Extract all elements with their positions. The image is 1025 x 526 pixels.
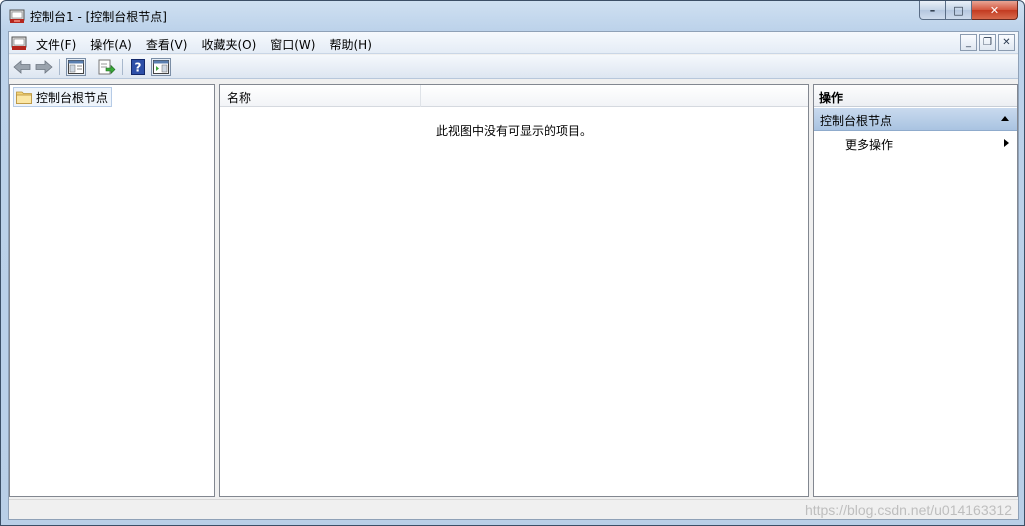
menu-bar: 文件(F) 操作(A) 查看(V) 收藏夹(O) 窗口(W) 帮助(H) _ ❐… (9, 32, 1018, 54)
toolbar-separator (59, 59, 60, 75)
actions-section-label: 控制台根节点 (820, 114, 893, 128)
minimize-icon: _ (966, 37, 971, 48)
actions-pane: 操作 控制台根节点 更多操作 (813, 84, 1018, 497)
show-hide-action-pane-button[interactable] (151, 58, 171, 76)
menu-file[interactable]: 文件(F) (29, 32, 83, 54)
close-icon: ✕ (1002, 37, 1011, 48)
show-hide-tree-button[interactable] (66, 58, 86, 76)
forward-button[interactable] (34, 58, 54, 76)
empty-view-message: 此视图中没有可显示的项目。 (435, 124, 592, 138)
close-button[interactable]: ✕ (972, 1, 1018, 20)
actions-section-header[interactable]: 控制台根节点 (814, 108, 1017, 131)
tree-node-label: 控制台根节点 (36, 90, 109, 105)
export-list-button[interactable] (97, 58, 117, 76)
show-hide-action-pane-icon (153, 60, 169, 74)
show-hide-tree-icon (68, 60, 84, 74)
toolbar-separator (122, 59, 123, 75)
maximize-icon: □ (953, 3, 964, 17)
forward-arrow-icon (35, 60, 53, 74)
mmc-console-icon (9, 9, 25, 23)
minimize-icon: – (929, 3, 936, 17)
help-icon: ? (131, 59, 145, 75)
client-area: 文件(F) 操作(A) 查看(V) 收藏夹(O) 窗口(W) 帮助(H) _ ❐… (8, 31, 1019, 520)
column-header-name[interactable]: 名称 (220, 85, 421, 107)
app-window: 控制台1 - [控制台根节点] – □ ✕ 文件(F) 操作(A) 查看(V) … (0, 0, 1025, 526)
more-actions-item[interactable]: 更多操作 (814, 132, 1017, 154)
mdi-close-button[interactable]: ✕ (998, 34, 1015, 51)
menu-help[interactable]: 帮助(H) (322, 32, 378, 54)
folder-icon (16, 91, 32, 104)
mdi-minimize-button[interactable]: _ (960, 34, 977, 51)
status-bar: https://blog.csdn.net/u014163312 (9, 499, 1018, 519)
console-tree-pane[interactable]: 控制台根节点 (9, 84, 215, 497)
menu-action[interactable]: 操作(A) (83, 32, 139, 54)
minimize-button[interactable]: – (919, 1, 946, 20)
export-list-icon (98, 59, 116, 75)
actions-pane-title: 操作 (814, 85, 1017, 107)
maximize-button[interactable]: □ (946, 1, 972, 20)
title-bar[interactable]: 控制台1 - [控制台根节点] – □ ✕ (1, 1, 1024, 31)
list-header: 名称 (220, 85, 808, 107)
tree-node-console-root[interactable]: 控制台根节点 (13, 87, 113, 107)
caption-buttons: – □ ✕ (919, 1, 1018, 21)
back-button[interactable] (12, 58, 32, 76)
menu-window[interactable]: 窗口(W) (263, 32, 322, 54)
system-menu-icon[interactable] (11, 35, 27, 51)
help-button[interactable]: ? (128, 58, 148, 76)
menu-favorites[interactable]: 收藏夹(O) (194, 32, 263, 54)
chevron-right-icon (1004, 139, 1009, 147)
mdi-restore-button[interactable]: ❐ (979, 34, 996, 51)
mdi-buttons: _ ❐ ✕ (960, 34, 1015, 51)
svg-text:?: ? (135, 61, 142, 75)
restore-icon: ❐ (983, 37, 992, 48)
toolbar: ? (9, 55, 1018, 79)
result-pane[interactable]: 名称 此视图中没有可显示的项目。 (219, 84, 809, 497)
watermark-text: https://blog.csdn.net/u014163312 (804, 502, 1012, 518)
close-icon: ✕ (989, 3, 1000, 17)
collapse-up-icon[interactable] (1001, 116, 1009, 121)
window-title: 控制台1 - [控制台根节点] (30, 10, 167, 24)
more-actions-label: 更多操作 (845, 138, 894, 152)
menu-view[interactable]: 查看(V) (139, 32, 195, 54)
back-arrow-icon (13, 60, 31, 74)
